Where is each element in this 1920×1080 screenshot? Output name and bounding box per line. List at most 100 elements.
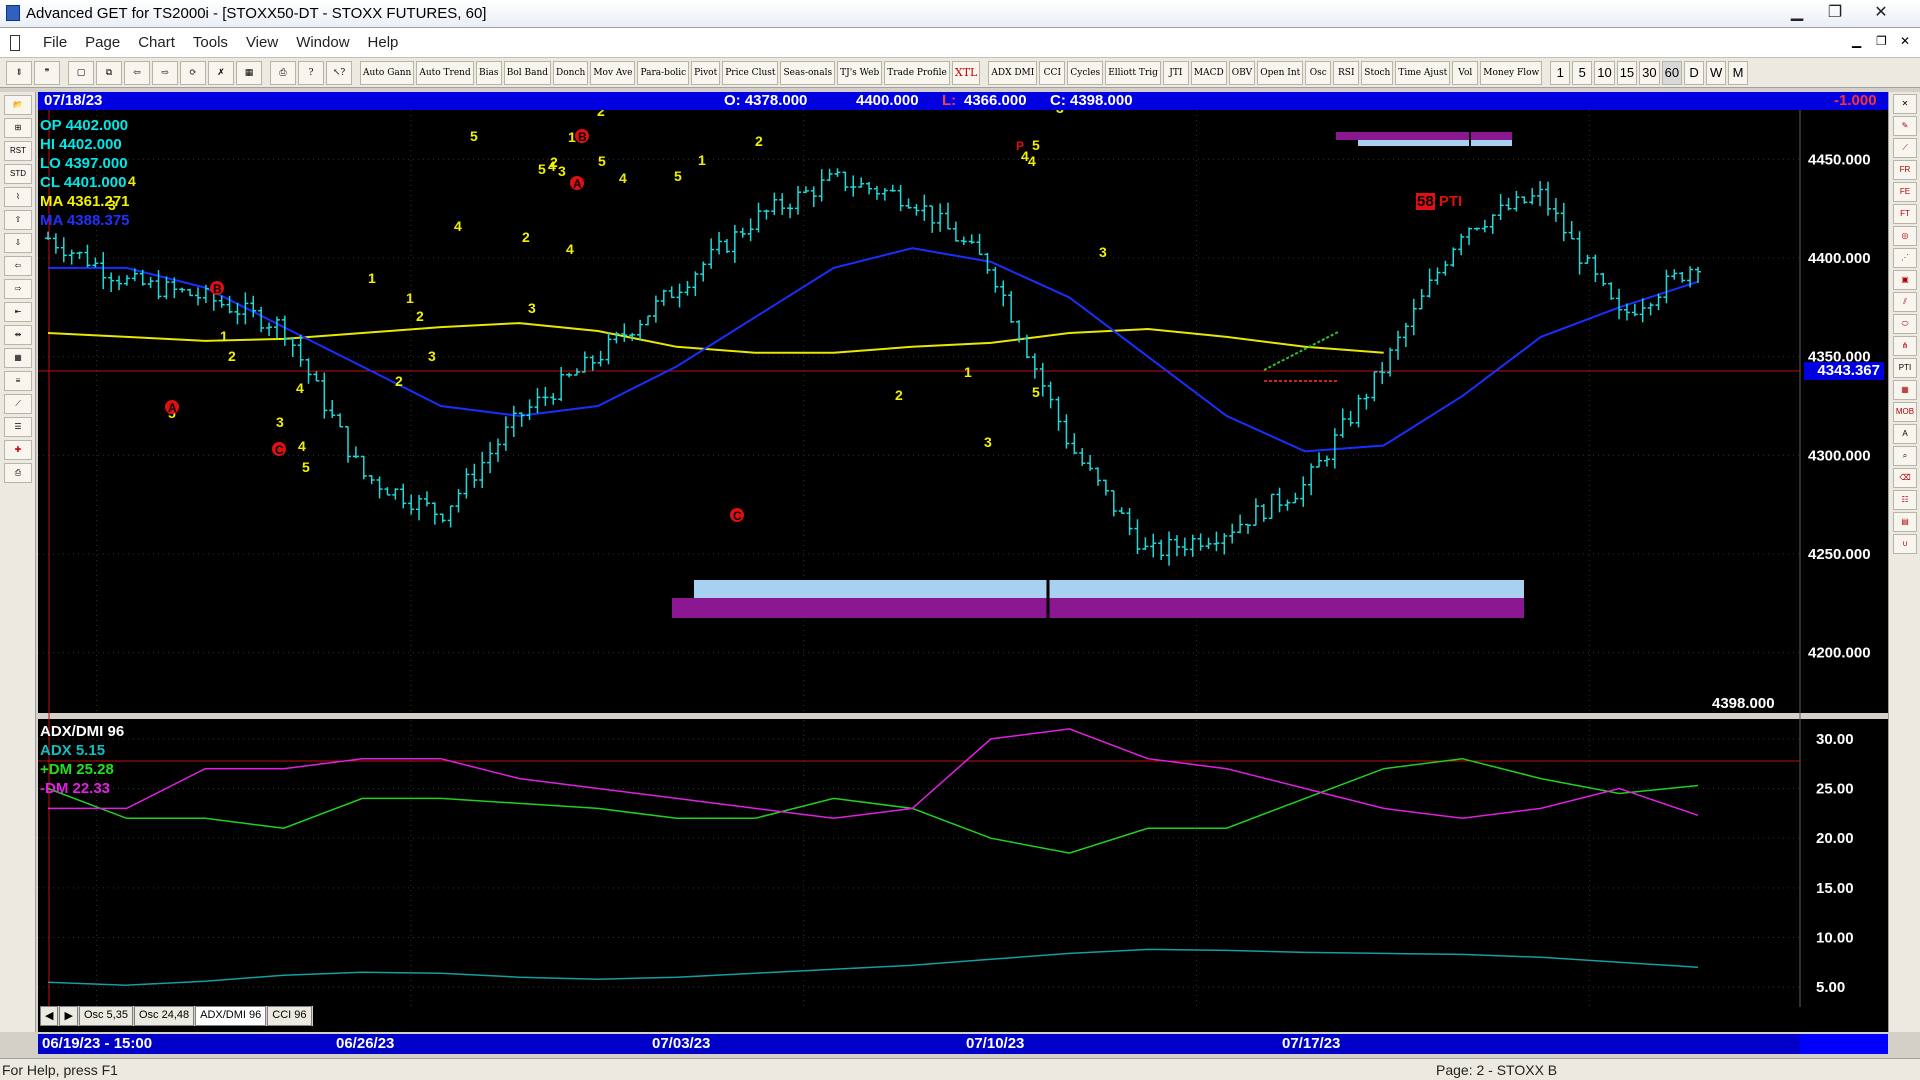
tab-scroll-right[interactable]: ▶	[59, 1006, 78, 1026]
menu-file[interactable]: File	[34, 34, 76, 51]
notes-icon[interactable]: ▤	[1893, 512, 1917, 532]
interval-10[interactable]: 10	[1594, 60, 1615, 85]
ellipse-icon[interactable]: ⬭	[1893, 314, 1917, 334]
interval-m[interactable]: M	[1728, 60, 1749, 85]
interval-5[interactable]: 5	[1572, 60, 1593, 85]
tab-adx-dmi-96[interactable]: ADX/DMI 96	[195, 1006, 267, 1026]
print-chart-icon[interactable]: ⎙	[4, 463, 32, 483]
tab-scroll-left[interactable]: ◀	[40, 1006, 59, 1026]
tool-parabolic[interactable]: Para-bolic	[637, 60, 690, 85]
tool-bol-band[interactable]: Bol Band	[503, 60, 552, 85]
forward-icon[interactable]: ⇨	[152, 60, 178, 85]
arrow-down-icon[interactable]: ⇩	[4, 233, 32, 253]
elliott-icon[interactable]: ⌇	[4, 187, 32, 207]
new-page-icon[interactable]: ▢	[68, 60, 94, 85]
tool-mov-ave[interactable]: Mov Ave	[590, 60, 636, 85]
tool-obv[interactable]: OBV	[1228, 60, 1256, 85]
fib-time-icon[interactable]: FT	[1893, 204, 1917, 224]
tool-auto-gann[interactable]: Auto Gann	[360, 60, 415, 85]
tab-cci-96[interactable]: CCI 96	[267, 1006, 312, 1026]
tool-elliott-trig[interactable]: Elliott Trig	[1105, 60, 1161, 85]
interval-w[interactable]: W	[1706, 60, 1727, 85]
menu-chart[interactable]: Chart	[129, 34, 184, 51]
tab-osc-24-48[interactable]: Osc 24,48	[133, 1006, 195, 1026]
compress-icon[interactable]: ⇤	[4, 302, 32, 322]
chart-svg[interactable]: 4450.0004400.0004350.0004300.0004250.000…	[38, 88, 1888, 1032]
quote-tool-icon[interactable]: ❞	[34, 60, 60, 85]
tool-rsi[interactable]: RSI	[1333, 60, 1360, 85]
tab-osc-5-35[interactable]: Osc 5,35	[78, 1006, 133, 1026]
arrow-right-icon[interactable]: ⇨	[4, 279, 32, 299]
channel-icon[interactable]: ⫽	[1893, 292, 1917, 312]
mdi-restore-button[interactable]: ❐	[1876, 34, 1887, 48]
tool-cycles[interactable]: Cycles	[1067, 60, 1104, 85]
menu-window[interactable]: Window	[287, 34, 358, 51]
menu-page[interactable]: Page	[76, 34, 129, 51]
tool-bias[interactable]: Bias	[475, 60, 502, 85]
gann-icon[interactable]: ⟋	[4, 394, 32, 414]
tool-price-clust[interactable]: Price Clust	[722, 60, 779, 85]
chart-area[interactable]: 4450.000 4400.000 4350.000 4300.000 4250.000…	[38, 88, 1888, 1032]
tool-vol[interactable]: Vol	[1452, 60, 1479, 85]
open-icon[interactable]: 📂	[4, 95, 32, 115]
grid-icon[interactable]: ▦	[236, 60, 262, 85]
interval-30[interactable]: 30	[1639, 60, 1660, 85]
maximize-button[interactable]: ❐	[1818, 2, 1852, 24]
interval-d[interactable]: D	[1684, 60, 1705, 85]
study-icon[interactable]: STD	[4, 164, 32, 184]
minimize-button[interactable]: ▁	[1780, 2, 1814, 24]
pointer-tool-icon[interactable]: ⇕	[6, 60, 32, 85]
cross-tool-icon[interactable]: ✕	[1893, 94, 1917, 114]
arrow-up-icon[interactable]: ⇧	[4, 210, 32, 230]
tool-time-ajust[interactable]: Time Ajust	[1395, 60, 1451, 85]
tool-tjs-web[interactable]: TJ's Web	[837, 60, 883, 85]
tool-money-flow[interactable]: Money Flow	[1480, 60, 1543, 85]
interval-15[interactable]: 15	[1616, 60, 1638, 85]
lines-icon[interactable]: ≡	[4, 371, 32, 391]
fib-icon[interactable]: ☰	[4, 417, 32, 437]
close-button[interactable]: ✕	[1864, 2, 1898, 24]
tool-open-int[interactable]: Open Int	[1257, 60, 1304, 85]
grid-r-icon[interactable]: ▦	[1893, 380, 1917, 400]
fan-icon[interactable]: ⋰	[1893, 248, 1917, 268]
menu-help[interactable]: Help	[359, 34, 408, 51]
layers-icon[interactable]: ☷	[1893, 490, 1917, 510]
menu-view[interactable]: View	[237, 34, 287, 51]
context-help-icon[interactable]: ↖?	[326, 60, 352, 85]
pti-icon[interactable]: PTI	[1893, 358, 1917, 378]
print-icon[interactable]: ⎙	[270, 60, 296, 85]
pen-icon[interactable]: ✎	[1893, 116, 1917, 136]
tool-pivot[interactable]: Pivot	[691, 60, 721, 85]
panel-divider[interactable]	[38, 713, 1888, 719]
date-axis-scroll[interactable]	[1800, 1034, 1888, 1054]
pitchfork-icon[interactable]: ⋔	[1893, 336, 1917, 356]
tool-trade-profile[interactable]: Trade Profile	[884, 60, 950, 85]
copy-icon[interactable]: ⧉	[96, 60, 122, 85]
tool-adx-dmi[interactable]: ADX DMI	[988, 60, 1038, 85]
tool-seasonals[interactable]: Seas-onals	[780, 60, 836, 85]
eraser-icon[interactable]: ⌫	[1893, 468, 1917, 488]
text-tool-icon[interactable]: A	[1893, 424, 1917, 444]
tool-macd[interactable]: MACD	[1190, 60, 1227, 85]
tool-jti[interactable]: JTI	[1162, 60, 1189, 85]
arrow-left-icon[interactable]: ⇦	[4, 256, 32, 276]
tool-stoch[interactable]: Stoch	[1361, 60, 1394, 85]
tool-cci[interactable]: CCI	[1039, 60, 1066, 85]
magnet-icon[interactable]: ∪	[1893, 534, 1917, 554]
circle-icon[interactable]: ◎	[1893, 226, 1917, 246]
grid-tool-icon[interactable]: ▦	[4, 348, 32, 368]
help-icon[interactable]: ?	[298, 60, 324, 85]
interval-60[interactable]: 60	[1661, 60, 1683, 85]
menu-tools[interactable]: Tools	[184, 34, 237, 51]
back-icon[interactable]: ⇦	[124, 60, 150, 85]
fib-ret-icon[interactable]: FR	[1893, 160, 1917, 180]
reset-icon[interactable]: RST	[4, 141, 32, 161]
magnifier-icon[interactable]: ⌕	[1893, 446, 1917, 466]
tool-auto-trend[interactable]: Auto Trend	[416, 60, 474, 85]
tool-xtl[interactable]: XTL	[951, 60, 981, 85]
zoom-icon[interactable]: ⊞	[4, 118, 32, 138]
crosshair-icon[interactable]: ✚	[4, 440, 32, 460]
fib-ext-icon[interactable]: FE	[1893, 182, 1917, 202]
expand-icon[interactable]: ⇹	[4, 325, 32, 345]
mob-icon[interactable]: MOB	[1893, 402, 1917, 422]
